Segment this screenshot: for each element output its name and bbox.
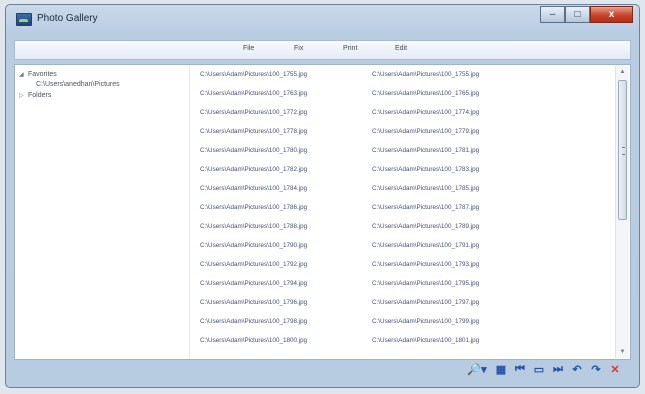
close-button[interactable]: x <box>590 6 633 23</box>
file-path-item[interactable]: C:\Users\Adam\Pictures\100_1765.jpg <box>372 90 544 97</box>
file-path-item[interactable]: C:\Users\Adam\Pictures\100_1763.jpg <box>200 90 372 97</box>
file-path-item[interactable]: C:\Users\Adam\Pictures\100_1772.jpg <box>200 109 372 116</box>
list-item: C:\Users\Adam\Pictures\100_1800.jpg C:\Us… <box>200 337 544 347</box>
list-item: C:\Users\Adam\Pictures\100_1792.jpg C:\Us… <box>200 261 544 271</box>
title-bar[interactable]: Photo Gallery – □ x <box>6 5 639 33</box>
collapsed-arrow-icon[interactable]: ▷ <box>19 92 28 99</box>
app-icon <box>16 13 32 26</box>
navigation-tree: ◢ Favorites C:\Users\anedhan\Pictures ▷ Fo… <box>15 65 190 359</box>
window-title: Photo Gallery <box>37 13 98 24</box>
file-path-item[interactable]: C:\Users\Adam\Pictures\100_1774.jpg <box>372 109 544 116</box>
menu-fix[interactable]: Fix <box>294 45 303 52</box>
previous-icon[interactable]: ⏮ <box>512 361 528 377</box>
file-path-item[interactable]: C:\Users\Adam\Pictures\100_1785.jpg <box>372 185 544 192</box>
minimize-button[interactable]: – <box>540 6 565 23</box>
delete-icon[interactable]: ✕ <box>607 361 623 377</box>
file-path-item[interactable]: C:\Users\Adam\Pictures\100_1788.jpg <box>200 223 372 230</box>
vertical-scrollbar[interactable]: ▲ ▼ <box>615 66 629 358</box>
file-path-item[interactable]: C:\Users\Adam\Pictures\100_1799.jpg <box>372 318 544 325</box>
list-item: C:\Users\Adam\Pictures\100_1798.jpg C:\Us… <box>200 318 544 328</box>
content-area: ◢ Favorites C:\Users\anedhan\Pictures ▷ Fo… <box>14 64 631 360</box>
file-path-item[interactable]: C:\Users\Adam\Pictures\100_1782.jpg <box>200 166 372 173</box>
file-path-item[interactable]: C:\Users\Adam\Pictures\100_1779.jpg <box>372 128 544 135</box>
file-path-item[interactable]: C:\Users\Adam\Pictures\100_1800.jpg <box>200 337 372 344</box>
list-item: C:\Users\Adam\Pictures\100_1772.jpg C:\Us… <box>200 109 544 119</box>
file-path-item[interactable]: C:\Users\Adam\Pictures\100_1784.jpg <box>200 185 372 192</box>
list-item: C:\Users\Adam\Pictures\100_1794.jpg C:\Us… <box>200 280 544 290</box>
tree-item-label: C:\Users\anedhan\Pictures <box>36 81 120 88</box>
list-item: C:\Users\Adam\Pictures\100_1780.jpg C:\Us… <box>200 147 544 157</box>
list-item: C:\Users\Adam\Pictures\100_1790.jpg C:\Us… <box>200 242 544 252</box>
list-item: C:\Users\Adam\Pictures\100_1784.jpg C:\Us… <box>200 185 544 195</box>
file-path-item[interactable]: C:\Users\Adam\Pictures\100_1798.jpg <box>200 318 372 325</box>
file-path-item[interactable]: C:\Users\Adam\Pictures\100_1796.jpg <box>200 299 372 306</box>
bottom-toolbar: 🔎▾ ▦ ⏮ ▭ ⏭ ↶ ↷ ✕ <box>464 361 623 377</box>
rotate-counterclockwise-icon[interactable]: ↶ <box>569 361 585 377</box>
list-item: C:\Users\Adam\Pictures\100_1786.jpg C:\Us… <box>200 204 544 214</box>
list-item: C:\Users\Adam\Pictures\100_1796.jpg C:\Us… <box>200 299 544 309</box>
list-item: C:\Users\Adam\Pictures\100_1788.jpg C:\Us… <box>200 223 544 233</box>
tree-item-folders[interactable]: ▷ Folders <box>19 92 51 99</box>
menu-edit[interactable]: Edit <box>395 45 407 52</box>
scroll-grip-icon <box>622 147 625 155</box>
list-item: C:\Users\Adam\Pictures\100_1778.jpg C:\Us… <box>200 128 544 138</box>
file-path-item[interactable]: C:\Users\Adam\Pictures\100_1755.jpg <box>372 71 544 78</box>
scrollbar-thumb[interactable] <box>618 80 627 220</box>
tree-item-label: Favorites <box>28 71 57 78</box>
file-path-item[interactable]: C:\Users\Adam\Pictures\100_1780.jpg <box>200 147 372 154</box>
search-zoom-icon[interactable]: 🔎▾ <box>464 361 490 377</box>
next-icon[interactable]: ⏭ <box>550 361 566 377</box>
file-path-item[interactable]: C:\Users\Adam\Pictures\100_1781.jpg <box>372 147 544 154</box>
file-path-item[interactable]: C:\Users\Adam\Pictures\100_1778.jpg <box>200 128 372 135</box>
file-path-item[interactable]: C:\Users\Adam\Pictures\100_1797.jpg <box>372 299 544 306</box>
file-path-item[interactable]: C:\Users\Adam\Pictures\100_1795.jpg <box>372 280 544 287</box>
menu-print[interactable]: Print <box>343 45 357 52</box>
file-path-item[interactable]: C:\Users\Adam\Pictures\100_1791.jpg <box>372 242 544 249</box>
file-path-item[interactable]: C:\Users\Adam\Pictures\100_1794.jpg <box>200 280 372 287</box>
tree-item-favorites[interactable]: ◢ Favorites <box>19 71 57 78</box>
file-path-item[interactable]: C:\Users\Adam\Pictures\100_1789.jpg <box>372 223 544 230</box>
file-path-item[interactable]: C:\Users\Adam\Pictures\100_1790.jpg <box>200 242 372 249</box>
tree-item-label: Folders <box>28 92 52 99</box>
scroll-down-icon[interactable]: ▼ <box>616 346 629 358</box>
expanded-arrow-icon[interactable]: ◢ <box>19 71 28 78</box>
window-controls: – □ x <box>540 6 633 23</box>
file-path-item[interactable]: C:\Users\Adam\Pictures\100_1787.jpg <box>372 204 544 211</box>
photo-gallery-window: Photo Gallery – □ x File Fix Print Edit … <box>5 4 640 388</box>
file-path-item[interactable]: C:\Users\Adam\Pictures\100_1793.jpg <box>372 261 544 268</box>
file-path-item[interactable]: C:\Users\Adam\Pictures\100_1792.jpg <box>200 261 372 268</box>
maximize-button[interactable]: □ <box>565 6 590 23</box>
slideshow-icon[interactable]: ▭ <box>531 361 547 377</box>
file-path-item[interactable]: C:\Users\Adam\Pictures\100_1801.jpg <box>372 337 544 344</box>
menu-file[interactable]: File <box>243 45 254 52</box>
scroll-up-icon[interactable]: ▲ <box>616 66 629 78</box>
file-path-item[interactable]: C:\Users\Adam\Pictures\100_1786.jpg <box>200 204 372 211</box>
list-item: C:\Users\Adam\Pictures\100_1763.jpg C:\Us… <box>200 90 544 100</box>
file-list: C:\Users\Adam\Pictures\100_1755.jpg C:\Us… <box>200 65 620 359</box>
file-path-item[interactable]: C:\Users\Adam\Pictures\100_1755.jpg <box>200 71 372 78</box>
file-path-item[interactable]: C:\Users\Adam\Pictures\100_1783.jpg <box>372 166 544 173</box>
rotate-clockwise-icon[interactable]: ↷ <box>588 361 604 377</box>
list-item: C:\Users\Adam\Pictures\100_1755.jpg C:\Us… <box>200 71 544 81</box>
list-item: C:\Users\Adam\Pictures\100_1782.jpg C:\Us… <box>200 166 544 176</box>
slideshow-grid-icon[interactable]: ▦ <box>493 361 509 377</box>
menu-bar: File Fix Print Edit <box>14 40 631 60</box>
tree-item-pictures-folder[interactable]: C:\Users\anedhan\Pictures <box>36 81 120 88</box>
